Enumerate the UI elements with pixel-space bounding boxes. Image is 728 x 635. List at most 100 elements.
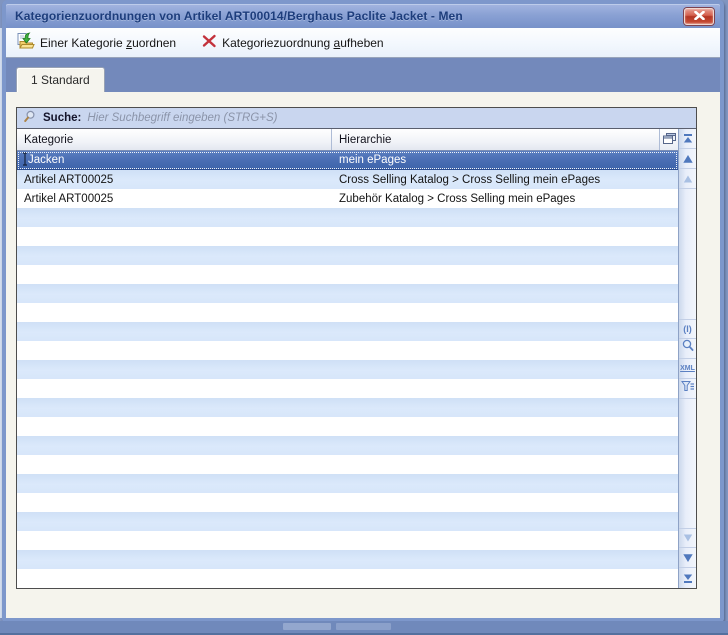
remove-assignment-button[interactable]: Kategoriezuordnung aufheben xyxy=(202,34,384,51)
table-row[interactable]: Artikel ART00025 Cross Selling Katalog >… xyxy=(17,170,678,189)
table-row-empty[interactable] xyxy=(17,531,678,550)
cell-kategorie xyxy=(17,512,332,531)
xml-export-icon: XML xyxy=(680,365,695,372)
cell-kategorie xyxy=(17,550,332,569)
grid-search-icon xyxy=(681,339,694,357)
close-button[interactable] xyxy=(684,8,714,25)
table-row-empty[interactable] xyxy=(17,208,678,227)
table-row-empty[interactable] xyxy=(17,284,678,303)
category-grid: Suche: Hier Suchbegriff eingeben (STRG+S… xyxy=(16,107,697,589)
assign-category-label: Einer Kategorie zuordnen xyxy=(40,36,176,50)
window-title: Kategorienzuordnungen von Artikel ART000… xyxy=(15,9,684,23)
cell-hierarchie: Zubehör Katalog > Cross Selling mein ePa… xyxy=(332,189,678,208)
cell-kategorie xyxy=(17,341,332,360)
position-indicator-button[interactable]: (I) xyxy=(679,319,696,339)
scroll-down-page-button[interactable] xyxy=(679,528,696,548)
cell-hierarchie xyxy=(332,246,678,265)
column-chooser-icon xyxy=(663,133,676,147)
cell-kategorie xyxy=(17,474,332,493)
cell-kategorie xyxy=(17,303,332,322)
table-row-empty[interactable] xyxy=(17,550,678,569)
table-row-empty[interactable] xyxy=(17,360,678,379)
table-row[interactable]: Artikel ART00025 Zubehör Katalog > Cross… xyxy=(17,189,678,208)
assign-category-icon xyxy=(16,32,35,53)
cell-hierarchie: Cross Selling Katalog > Cross Selling me… xyxy=(332,170,678,189)
cell-kategorie: Artikel ART00025 xyxy=(17,189,332,208)
xml-export-button[interactable]: XML xyxy=(679,359,696,379)
cell-kategorie xyxy=(17,246,332,265)
table-row-empty[interactable] xyxy=(17,417,678,436)
table-row-empty[interactable] xyxy=(17,569,678,588)
cell-hierarchie xyxy=(332,417,678,436)
cell-kategorie xyxy=(17,227,332,246)
table-row-empty[interactable] xyxy=(17,265,678,284)
table-row-empty[interactable] xyxy=(17,322,678,341)
title-bar[interactable]: Kategorienzuordnungen von Artikel ART000… xyxy=(6,4,720,28)
table-row-empty[interactable] xyxy=(17,455,678,474)
cell-hierarchie xyxy=(332,284,678,303)
cell-hierarchie xyxy=(332,379,678,398)
background-window-bottom-strip xyxy=(0,621,728,635)
remove-assignment-icon xyxy=(202,34,217,51)
table-row-empty[interactable] xyxy=(17,246,678,265)
cell-hierarchie xyxy=(332,341,678,360)
grid-search-button[interactable] xyxy=(679,339,696,359)
table-row-empty[interactable] xyxy=(17,512,678,531)
table-row[interactable]: Jacken mein ePages xyxy=(17,151,678,170)
cell-hierarchie xyxy=(332,360,678,379)
cell-hierarchie xyxy=(332,512,678,531)
cell-hierarchie xyxy=(332,303,678,322)
cell-kategorie xyxy=(17,417,332,436)
cell-kategorie xyxy=(17,398,332,417)
cell-hierarchie xyxy=(332,493,678,512)
cell-hierarchie xyxy=(332,531,678,550)
tab-standard[interactable]: 1 Standard xyxy=(16,67,105,92)
table-row-empty[interactable] xyxy=(17,341,678,360)
cell-hierarchie xyxy=(332,398,678,417)
cell-kategorie: Jacken xyxy=(17,151,332,169)
grid-scroll-rail: (I) XML xyxy=(678,129,696,588)
cell-hierarchie xyxy=(332,455,678,474)
cell-kategorie xyxy=(17,436,332,455)
cell-kategorie xyxy=(17,322,332,341)
table-row-empty[interactable] xyxy=(17,227,678,246)
table-row-empty[interactable] xyxy=(17,379,678,398)
column-chooser-button[interactable] xyxy=(659,129,678,150)
scroll-to-bottom-button[interactable] xyxy=(679,568,696,588)
filter-icon xyxy=(681,379,695,397)
table-rows: Jacken mein ePages Artikel ART00025 Cros… xyxy=(17,151,678,588)
cell-kategorie xyxy=(17,569,332,588)
cell-kategorie xyxy=(17,284,332,303)
remove-assignment-label: Kategoriezuordnung aufheben xyxy=(222,36,384,50)
cell-hierarchie xyxy=(332,322,678,341)
tab-strip: 1 Standard xyxy=(6,58,720,92)
scroll-down-button[interactable] xyxy=(679,548,696,568)
position-indicator-icon: (I) xyxy=(683,324,692,334)
cell-kategorie xyxy=(17,493,332,512)
search-placeholder: Hier Suchbegriff eingeben (STRG+S) xyxy=(87,112,690,124)
table-row-empty[interactable] xyxy=(17,493,678,512)
cell-hierarchie xyxy=(332,436,678,455)
filter-button[interactable] xyxy=(679,379,696,399)
cell-kategorie xyxy=(17,455,332,474)
scroll-up-button[interactable] xyxy=(679,149,696,169)
cell-hierarchie xyxy=(332,550,678,569)
background-scrollbar-segment xyxy=(336,623,391,630)
search-bar[interactable]: Suche: Hier Suchbegriff eingeben (STRG+S… xyxy=(17,108,696,129)
assign-category-button[interactable]: Einer Kategorie zuordnen xyxy=(16,32,176,53)
search-icon xyxy=(23,110,37,126)
search-label: Suche: xyxy=(43,112,81,124)
cell-hierarchie xyxy=(332,569,678,588)
column-header-hierarchie[interactable]: Hierarchie xyxy=(332,129,659,150)
column-header-kategorie[interactable]: Kategorie xyxy=(17,129,332,150)
table-row-empty[interactable] xyxy=(17,398,678,417)
toolbar: Einer Kategorie zuordnen Kategoriezuordn… xyxy=(6,28,720,58)
table-row-empty[interactable] xyxy=(17,436,678,455)
table-row-empty[interactable] xyxy=(17,303,678,322)
table-row-empty[interactable] xyxy=(17,474,678,493)
scroll-up-page-button[interactable] xyxy=(679,169,696,189)
cell-kategorie xyxy=(17,360,332,379)
category-assignment-dialog: Kategorienzuordnungen von Artikel ART000… xyxy=(2,0,724,622)
background-scrollbar-segment xyxy=(283,623,331,630)
scroll-to-top-button[interactable] xyxy=(679,129,696,149)
